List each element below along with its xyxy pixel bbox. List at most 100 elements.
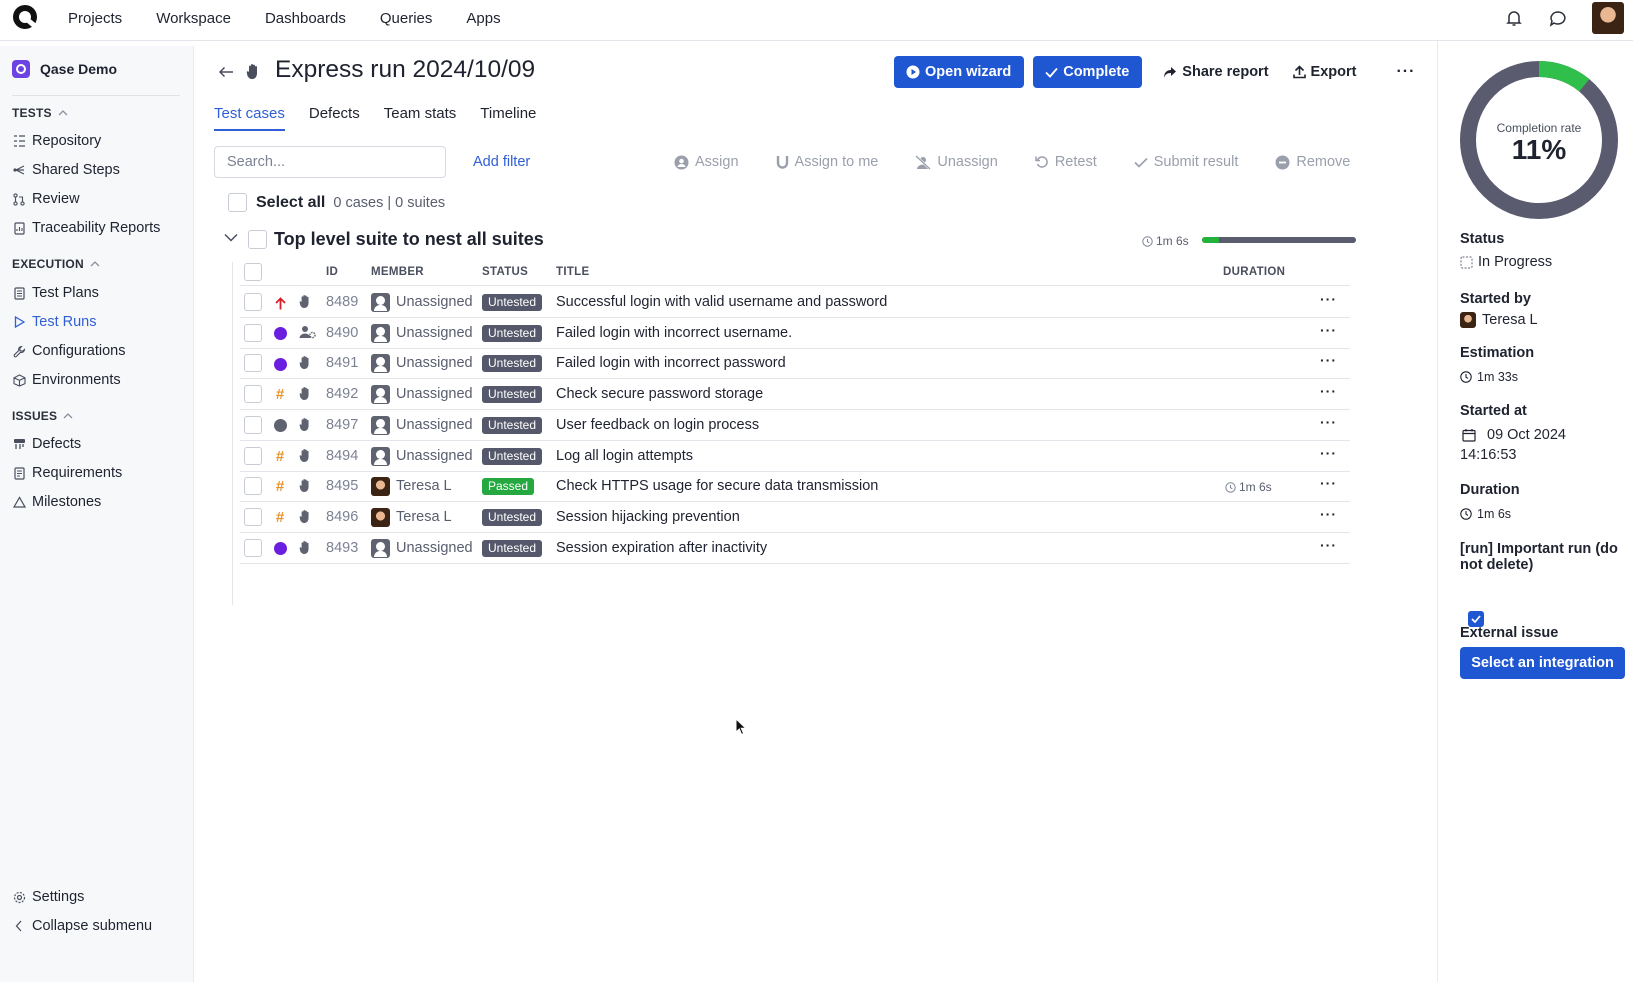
project-selector[interactable]: Qase Demo (12, 60, 117, 78)
member-name[interactable]: Teresa L (396, 478, 452, 494)
sidebar-item-test-runs[interactable]: Test Runs (12, 312, 96, 332)
row-checkbox[interactable] (244, 415, 262, 434)
case-title[interactable]: Session hijacking prevention (556, 509, 740, 525)
select-all-checkbox[interactable] (228, 193, 247, 212)
nav-projects[interactable]: Projects (68, 10, 122, 27)
select-integration-button[interactable]: Select an integration (1460, 647, 1625, 679)
table-row[interactable]: 8497 Unassigned Untested User feedback on l… (240, 410, 1350, 441)
row-more-button[interactable]: ··· (1320, 414, 1337, 430)
member-name[interactable]: Unassigned (396, 540, 473, 556)
case-title[interactable]: Failed login with incorrect password (556, 355, 786, 371)
case-title[interactable]: Successful login with valid username and… (556, 294, 887, 310)
chat-icon[interactable] (1548, 8, 1568, 28)
case-title[interactable]: Check secure password storage (556, 386, 763, 402)
nav-workspace[interactable]: Workspace (156, 10, 231, 27)
case-id[interactable]: 8497 (326, 417, 358, 433)
sidebar-item-configurations[interactable]: Configurations (12, 341, 126, 361)
case-title[interactable]: Check HTTPS usage for secure data transm… (556, 478, 878, 494)
sidebar-item-requirements[interactable]: Requirements (12, 463, 122, 483)
row-more-button[interactable]: ··· (1320, 352, 1337, 368)
suite-checkbox[interactable] (248, 230, 267, 249)
section-issues-header[interactable]: ISSUES (12, 409, 73, 423)
table-row[interactable]: 8489 Unassigned Untested Successful login w… (240, 287, 1350, 318)
case-title[interactable]: Failed login with incorrect username. (556, 325, 792, 341)
member-name[interactable]: Unassigned (396, 355, 473, 371)
table-row[interactable]: #8496 Teresa L Untested Session hijacking p… (240, 502, 1350, 533)
member-name[interactable]: Unassigned (396, 325, 473, 341)
row-more-button[interactable]: ··· (1320, 475, 1337, 491)
row-checkbox[interactable] (244, 477, 262, 496)
case-id[interactable]: 8494 (326, 448, 358, 464)
open-wizard-button[interactable]: Open wizard (894, 56, 1025, 88)
header-checkbox[interactable] (244, 263, 262, 281)
row-more-button[interactable]: ··· (1320, 291, 1337, 307)
case-title[interactable]: Session expiration after inactivity (556, 540, 767, 556)
tab-timeline[interactable]: Timeline (480, 105, 536, 131)
row-more-button[interactable]: ··· (1320, 506, 1337, 522)
row-checkbox[interactable] (244, 385, 262, 404)
case-id[interactable]: 8493 (326, 540, 358, 556)
row-more-button[interactable]: ··· (1320, 537, 1337, 553)
member-name[interactable]: Unassigned (396, 294, 473, 310)
case-id[interactable]: 8496 (326, 509, 358, 525)
row-checkbox[interactable] (244, 323, 262, 342)
section-execution-header[interactable]: EXECUTION (12, 257, 100, 271)
tab-team-stats[interactable]: Team stats (384, 105, 457, 131)
tab-defects[interactable]: Defects (309, 105, 360, 131)
bell-icon[interactable] (1504, 8, 1524, 28)
assign-button[interactable]: Assign (674, 154, 739, 170)
case-id[interactable]: 8490 (326, 325, 358, 341)
unassign-button[interactable]: Unassign (915, 154, 998, 170)
sidebar-item-repository[interactable]: Repository (12, 131, 101, 151)
case-id[interactable]: 8495 (326, 478, 358, 494)
nav-queries[interactable]: Queries (380, 10, 433, 27)
retest-button[interactable]: Retest (1035, 154, 1097, 170)
more-actions-button[interactable]: ··· (1384, 56, 1427, 88)
col-duration[interactable]: DURATION (1223, 266, 1285, 278)
row-checkbox[interactable] (244, 507, 262, 526)
search-input[interactable] (214, 146, 446, 178)
case-id[interactable]: 8491 (326, 355, 358, 371)
row-checkbox[interactable] (244, 446, 262, 465)
remove-button[interactable]: Remove (1275, 154, 1350, 170)
share-report-button[interactable]: Share report (1151, 56, 1280, 88)
tab-test-cases[interactable]: Test cases (214, 105, 285, 131)
member-name[interactable]: Unassigned (396, 417, 473, 433)
add-filter-link[interactable]: Add filter (473, 154, 530, 170)
row-more-button[interactable]: ··· (1320, 322, 1337, 338)
col-title[interactable]: TITLE (556, 266, 589, 278)
member-name[interactable]: Teresa L (396, 509, 452, 525)
sidebar-item-test-plans[interactable]: Test Plans (12, 283, 99, 303)
row-more-button[interactable]: ··· (1320, 445, 1337, 461)
case-id[interactable]: 8489 (326, 294, 358, 310)
export-button[interactable]: Export (1281, 56, 1369, 88)
member-name[interactable]: Unassigned (396, 448, 473, 464)
sidebar-item-milestones[interactable]: Milestones (12, 492, 101, 512)
table-row[interactable]: #8492 Unassigned Untested Check secure pass… (240, 379, 1350, 411)
complete-button[interactable]: Complete (1033, 56, 1143, 88)
col-id[interactable]: ID (326, 266, 338, 278)
nav-apps[interactable]: Apps (466, 10, 500, 27)
collapse-submenu-button[interactable]: Collapse submenu (12, 916, 152, 936)
case-title[interactable]: User feedback on login process (556, 417, 759, 433)
case-id[interactable]: 8492 (326, 386, 358, 402)
sidebar-item-traceability-reports[interactable]: Traceability Reports (12, 218, 160, 238)
table-row[interactable]: 8493 Unassigned Untested Session expiration… (240, 533, 1350, 564)
assign-to-me-button[interactable]: Assign to me (776, 154, 878, 170)
member-name[interactable]: Unassigned (396, 386, 473, 402)
sidebar-item-defects[interactable]: Defects (12, 434, 81, 454)
col-member[interactable]: MEMBER (371, 266, 424, 278)
sidebar-item-review[interactable]: Review (12, 189, 80, 209)
row-checkbox[interactable] (244, 538, 262, 557)
sidebar-settings[interactable]: Settings (12, 887, 84, 907)
row-checkbox[interactable] (244, 354, 262, 373)
back-arrow-icon[interactable] (218, 66, 234, 78)
col-status[interactable]: STATUS (482, 266, 528, 278)
sidebar-item-shared-steps[interactable]: Shared Steps (12, 160, 120, 180)
table-row[interactable]: 8490 Unassigned Untested Failed login with … (240, 318, 1350, 349)
submit-result-button[interactable]: Submit result (1134, 154, 1238, 170)
row-more-button[interactable]: ··· (1320, 383, 1337, 399)
table-row[interactable]: #8494 Unassigned Untested Log all login att… (240, 441, 1350, 472)
table-row[interactable]: 8491 Unassigned Untested Failed login with … (240, 348, 1350, 380)
case-title[interactable]: Log all login attempts (556, 448, 693, 464)
